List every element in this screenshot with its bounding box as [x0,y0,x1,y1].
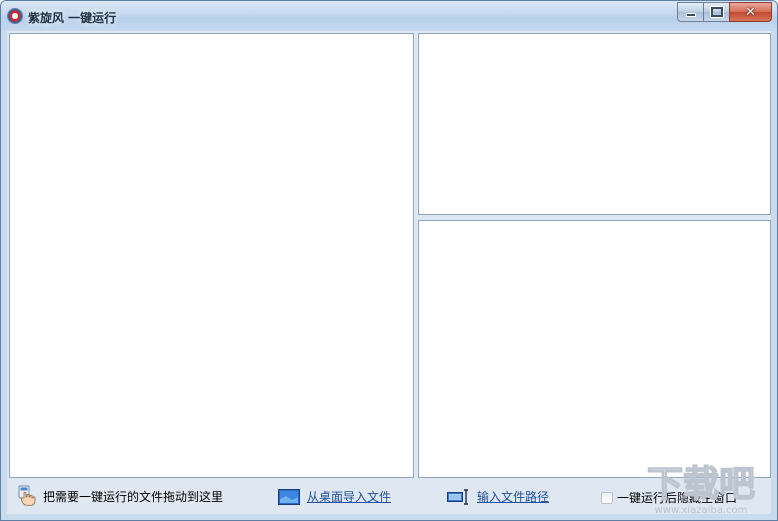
text-cursor-icon [447,488,468,505]
input-path-label[interactable]: 输入文件路径 [477,488,549,505]
bottom-right-panel[interactable] [418,220,771,478]
import-desktop-link[interactable]: 从桌面导入文件 [278,488,391,505]
desktop-icon [278,488,300,505]
hide-window-checkbox[interactable] [601,491,613,504]
hand-drag-icon [18,485,36,506]
minimize-icon [686,14,695,16]
bottom-toolbar: 把需要一键运行的文件拖动到这里 从桌面导入文件 输入文件路径 一键运行后隐藏主窗… [7,481,771,514]
drag-hint-text: 把需要一键运行的文件拖动到这里 [43,489,224,504]
close-icon: ✕ [745,4,756,20]
input-path-link[interactable]: 输入文件路径 [447,488,549,505]
top-right-panel[interactable] [418,33,771,215]
maximize-icon [710,7,723,17]
app-window: 紫旋风 一键运行 ✕ 把需要一键运行的文件拖动到这里 从桌面导入文件 输入文件路… [0,0,778,521]
hide-window-label[interactable]: 一键运行后隐藏主窗口 [617,489,737,506]
app-icon[interactable] [8,9,22,23]
client-area: 把需要一键运行的文件拖动到这里 从桌面导入文件 输入文件路径 一键运行后隐藏主窗… [7,31,771,514]
minimize-button[interactable] [677,2,703,22]
maximize-button[interactable] [703,2,729,22]
close-button[interactable]: ✕ [729,2,772,22]
import-desktop-label[interactable]: 从桌面导入文件 [307,488,391,505]
window-title: 紫旋风 一键运行 [28,11,117,25]
hide-window-option[interactable]: 一键运行后隐藏主窗口 [601,489,737,506]
file-drop-panel[interactable] [9,33,414,478]
caption-buttons: ✕ [677,2,772,22]
drag-hint: 把需要一键运行的文件拖动到这里 [17,485,223,507]
title-bar[interactable]: 紫旋风 一键运行 ✕ [1,1,777,31]
